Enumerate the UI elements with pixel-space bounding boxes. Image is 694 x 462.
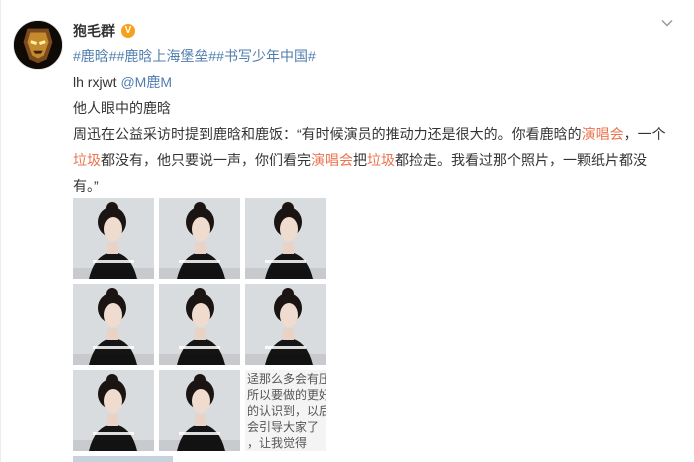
photo-thumbnail[interactable] bbox=[159, 370, 240, 451]
mention-line: lh rxjwt @M鹿M bbox=[73, 69, 683, 95]
avatar-image bbox=[14, 21, 62, 69]
post-header: 狍毛群 V bbox=[73, 20, 135, 42]
video-still-image bbox=[159, 284, 240, 365]
video-still-image bbox=[245, 198, 326, 279]
video-still-image bbox=[73, 198, 154, 279]
quote-text-1a: 周迅在公益采访时提到鹿晗和鹿饭：“有时候演员的推动力还是很大的。你看鹿晗的 bbox=[73, 126, 582, 142]
quote-paragraph: 周迅在公益采访时提到鹿晗和鹿饭：“有时候演员的推动力还是很大的。你看鹿晗的演唱会… bbox=[73, 121, 683, 199]
photo-thumbnail[interactable] bbox=[73, 198, 154, 279]
photo-thumbnail[interactable] bbox=[73, 370, 154, 451]
next-post-image-edge bbox=[73, 456, 173, 462]
quote-text-2c: 都捡走。我看过那个照片，一颗纸片都没 bbox=[395, 152, 647, 168]
photo-thumbnail[interactable] bbox=[245, 284, 326, 365]
weibo-post-card: 狍毛群 V #鹿晗##鹿晗上海堡垒##书写少年中国# lh rxjwt @M鹿M… bbox=[0, 0, 694, 462]
topic-tags: #鹿晗##鹿晗上海堡垒##书写少年中国# bbox=[73, 43, 683, 69]
highlight-keyword[interactable]: 演唱会 bbox=[311, 152, 353, 168]
photo-thumbnail[interactable] bbox=[159, 198, 240, 279]
quote-text-1b: ，一个 bbox=[623, 126, 666, 142]
quote-text-3: 有。” bbox=[73, 178, 99, 194]
text-image-thumbnail[interactable]: 迳那么多会有压力 所以要做的更好 的认识到，以后 会引导大家了 ，让我觉得 bbox=[245, 370, 326, 451]
quote-text-2b: 把 bbox=[353, 152, 367, 168]
text-image-line: ，让我觉得 bbox=[247, 436, 308, 450]
video-still-image bbox=[73, 284, 154, 365]
text-image-line: 迳那么多会有压力 bbox=[247, 372, 326, 386]
avatar[interactable] bbox=[13, 20, 63, 70]
post-body: #鹿晗##鹿晗上海堡垒##书写少年中国# lh rxjwt @M鹿M 他人眼中的… bbox=[73, 43, 683, 199]
video-still-image bbox=[159, 370, 240, 451]
video-still-image bbox=[159, 198, 240, 279]
video-still-image bbox=[73, 370, 154, 451]
topic-tag-youth-china[interactable]: #书写少年中国# bbox=[216, 48, 316, 64]
photo-thumbnail[interactable] bbox=[245, 198, 326, 279]
highlight-keyword[interactable]: 演唱会 bbox=[582, 126, 624, 142]
topic-tag-shanghai-fortress[interactable]: #鹿晗上海堡垒# bbox=[117, 48, 217, 64]
subtitle-line: 他人眼中的鹿晗 bbox=[73, 100, 171, 116]
text-image-line: 所以要做的更好 bbox=[247, 388, 326, 402]
highlight-keyword[interactable]: 垃圾 bbox=[73, 152, 101, 168]
text-image-line: 会引导大家了 bbox=[247, 420, 320, 434]
author-name[interactable]: 狍毛群 bbox=[73, 21, 115, 41]
text-image-line: 的认识到，以后 bbox=[247, 404, 326, 418]
highlight-keyword[interactable]: 垃圾 bbox=[367, 152, 395, 168]
video-still-image bbox=[245, 284, 326, 365]
chevron-down-icon[interactable] bbox=[660, 16, 674, 30]
photo-thumbnail[interactable] bbox=[159, 284, 240, 365]
quote-text-2a: 都没有，他只要说一声，你们看完 bbox=[101, 152, 311, 168]
user-mention-link[interactable]: @M鹿M bbox=[120, 74, 172, 90]
mention-prefix: lh rxjwt bbox=[73, 74, 121, 90]
topic-tag-luhan[interactable]: #鹿晗# bbox=[73, 48, 117, 64]
verified-badge-icon: V bbox=[121, 24, 135, 38]
photo-thumbnail[interactable] bbox=[73, 284, 154, 365]
